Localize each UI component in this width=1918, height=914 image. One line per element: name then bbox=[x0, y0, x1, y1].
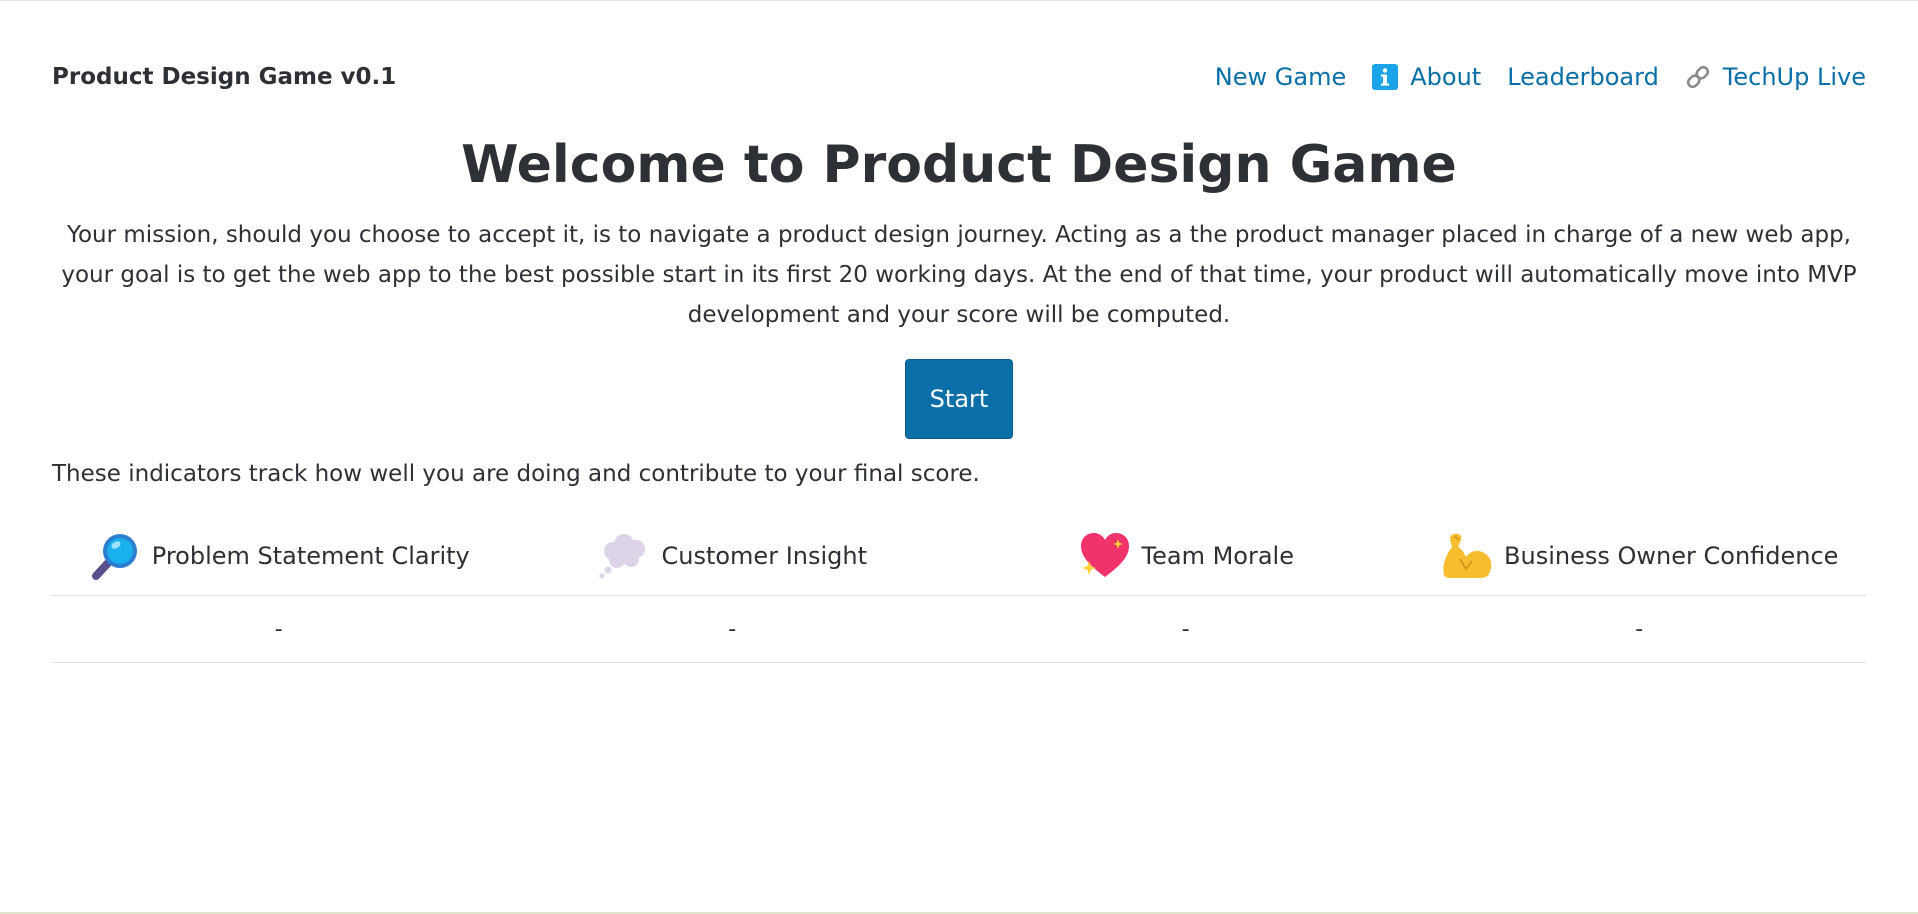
page: Product Design Game v0.1 New Game About bbox=[0, 0, 1918, 914]
nav-new-game-label: New Game bbox=[1214, 63, 1347, 91]
nav-about-label: About bbox=[1410, 63, 1482, 91]
indicators-header-row: Problem Statement Clarity Customer Insig… bbox=[52, 517, 1866, 596]
nav-links: New Game About Leaderboard TechUp Live bbox=[1215, 63, 1866, 91]
link-icon bbox=[1685, 64, 1711, 90]
sparkling-heart-icon bbox=[1078, 529, 1132, 583]
indicator-label-customer-insight: Customer Insight bbox=[661, 542, 868, 570]
indicator-value-problem-statement-clarity: - bbox=[52, 595, 506, 663]
indicator-label-business-owner-confidence: Business Owner Confidence bbox=[1504, 542, 1839, 570]
thought-bubble-icon bbox=[597, 529, 651, 583]
indicators-table: Problem Statement Clarity Customer Insig… bbox=[52, 517, 1866, 663]
main-content: Welcome to Product Design Game Your miss… bbox=[52, 129, 1866, 663]
page-title: Welcome to Product Design Game bbox=[461, 135, 1457, 195]
start-button[interactable]: Start bbox=[905, 359, 1013, 439]
indicator-header-team-morale: Team Morale bbox=[959, 517, 1413, 596]
indicators-value-row: - - - - bbox=[52, 595, 1866, 663]
nav-about-link[interactable]: About bbox=[1372, 63, 1481, 91]
indicator-label-team-morale: Team Morale bbox=[1141, 542, 1294, 570]
indicator-header-business-owner-confidence: Business Owner Confidence bbox=[1412, 517, 1866, 596]
navbar: Product Design Game v0.1 New Game About bbox=[52, 55, 1866, 99]
indicators-note: These indicators track how well you are … bbox=[52, 461, 980, 487]
flexed-biceps-icon bbox=[1440, 529, 1494, 583]
magnifying-glass-icon bbox=[88, 529, 142, 583]
mission-text: Your mission, should you choose to accep… bbox=[61, 222, 1857, 328]
nav-techup-live-label: TechUp Live bbox=[1722, 63, 1866, 91]
nav-new-game-link[interactable]: New Game bbox=[1215, 63, 1346, 91]
brand-title: Product Design Game v0.1 bbox=[52, 64, 397, 90]
indicator-header-problem-statement-clarity: Problem Statement Clarity bbox=[52, 517, 506, 596]
indicator-header-customer-insight: Customer Insight bbox=[505, 517, 959, 596]
indicator-value-business-owner-confidence: - bbox=[1412, 595, 1866, 663]
nav-techup-live-link[interactable]: TechUp Live bbox=[1685, 63, 1866, 91]
nav-leaderboard-label: Leaderboard bbox=[1507, 63, 1659, 91]
start-button-wrapper: Start bbox=[52, 359, 1866, 439]
indicator-label-problem-statement-clarity: Problem Statement Clarity bbox=[151, 542, 470, 570]
indicator-value-team-morale: - bbox=[959, 595, 1413, 663]
info-icon bbox=[1372, 64, 1399, 90]
nav-leaderboard-link[interactable]: Leaderboard bbox=[1507, 63, 1659, 91]
indicator-value-customer-insight: - bbox=[505, 595, 959, 663]
